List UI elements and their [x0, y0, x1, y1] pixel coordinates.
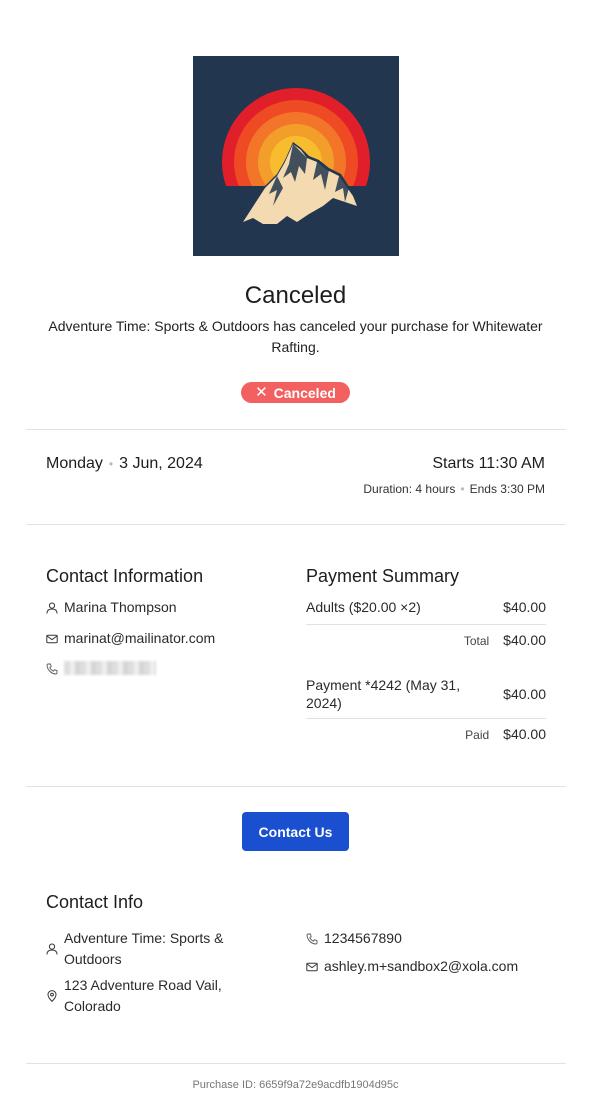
- contact-information-title: Contact Information: [46, 566, 204, 586]
- divider: [26, 1063, 566, 1064]
- purchase-id: Purchase ID: 6659f9a72e9acdfb1904d95c: [192, 1079, 399, 1091]
- booking-duration: Duration: 4 hours • Ends 3:30 PM: [363, 482, 545, 496]
- payment-summary-title: Payment Summary: [306, 566, 460, 586]
- payment-amount: $40.00: [503, 686, 546, 702]
- business-phone[interactable]: 1234567890: [324, 928, 402, 949]
- line-item-label: Adults ($20.00 ×2): [306, 599, 421, 615]
- end-time-text: Ends 3:30 PM: [469, 482, 545, 496]
- booking-day: Monday: [46, 455, 103, 472]
- customer-email: marinat@mailinator.com: [64, 630, 216, 646]
- divider: [26, 786, 566, 787]
- status-badge: ✕ Canceled: [241, 382, 350, 403]
- duration-text: Duration: 4 hours: [363, 482, 456, 496]
- divider: [306, 718, 546, 719]
- total-label: Total: [463, 634, 490, 648]
- user-icon: [46, 597, 58, 618]
- paid-label: Paid: [465, 728, 490, 742]
- user-icon: [46, 928, 58, 970]
- close-icon: ✕: [255, 384, 268, 401]
- paid-row: Paid $40.00: [306, 726, 546, 742]
- booking-date-value: 3 Jun, 2024: [119, 455, 203, 472]
- separator-dot: •: [460, 482, 465, 496]
- divider: [26, 429, 566, 430]
- payment-row: Payment *4242 (May 31, 2024) $40.00: [306, 676, 546, 712]
- business-email-row: ashley.m+sandbox2@xola.com: [306, 956, 518, 977]
- line-item-amount: $40.00: [503, 599, 546, 615]
- contact-us-button[interactable]: Contact Us: [242, 812, 349, 851]
- total-amount: $40.00: [503, 632, 546, 648]
- mail-icon: [46, 628, 58, 649]
- paid-amount: $40.00: [503, 726, 546, 742]
- business-name-row: Adventure Time: Sports & Outdoors: [46, 928, 256, 970]
- cancellation-message: Adventure Time: Sports & Outdoors has ca…: [48, 318, 543, 355]
- divider: [306, 624, 546, 625]
- customer-email-row: marinat@mailinator.com: [46, 628, 215, 649]
- business-name: Adventure Time: Sports & Outdoors: [64, 930, 224, 967]
- line-item-row: Adults ($20.00 ×2) $40.00: [306, 599, 546, 615]
- booking-start-time: Starts 11:30 AM: [432, 455, 545, 472]
- total-row: Total $40.00: [306, 632, 546, 648]
- business-logo: [193, 56, 399, 256]
- customer-name: Marina Thompson: [64, 599, 177, 615]
- phone-icon: [306, 928, 318, 949]
- booking-date: Monday • 3 Jun, 2024: [46, 455, 203, 473]
- business-address: 123 Adventure Road Vail, Colorado: [64, 977, 222, 1014]
- mail-icon: [306, 956, 318, 977]
- business-email[interactable]: ashley.m+sandbox2@xola.com: [324, 956, 518, 977]
- contact-info-title: Contact Info: [46, 892, 144, 912]
- divider: [26, 524, 566, 525]
- separator-dot: •: [108, 457, 114, 471]
- payment-label: Payment *4242 (May 31, 2024): [306, 677, 461, 711]
- status-badge-label: Canceled: [273, 384, 336, 401]
- phone-icon: [46, 658, 58, 679]
- business-phone-row: 1234567890: [306, 928, 402, 949]
- page-title: Canceled: [244, 282, 347, 309]
- map-pin-icon: [46, 975, 58, 1017]
- customer-phone-row: [46, 658, 156, 679]
- redacted-phone: [64, 661, 156, 675]
- customer-name-row: Marina Thompson: [46, 597, 177, 618]
- business-address-row: 123 Adventure Road Vail, Colorado: [46, 975, 256, 1017]
